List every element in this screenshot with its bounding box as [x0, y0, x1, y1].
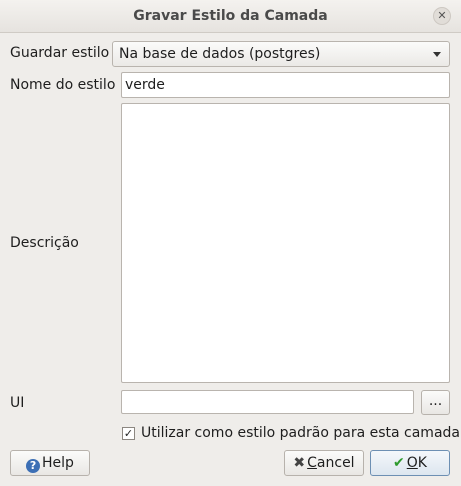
default-style-checkbox[interactable]: ✓ — [122, 427, 135, 440]
default-style-label: Utilizar como estilo padrão para esta ca… — [141, 425, 460, 441]
save-style-label: Guardar estilo — [10, 45, 110, 61]
title-bar: Gravar Estilo da Camada ✕ — [0, 0, 461, 33]
browse-button[interactable]: ... — [421, 390, 450, 415]
cancel-button[interactable]: ✖ Cancel — [284, 450, 364, 476]
style-name-input[interactable]: verde — [121, 72, 450, 98]
save-style-value: Na base de dados (postgres) — [119, 46, 321, 62]
ui-label: UI — [10, 395, 25, 411]
ok-button[interactable]: ✔ OK — [370, 450, 450, 476]
cancel-label-mnemonic: C — [307, 455, 317, 471]
help-icon: ? — [26, 459, 41, 473]
dialog-title: Gravar Estilo da Camada — [133, 8, 328, 24]
cancel-icon: ✖ — [293, 455, 306, 471]
close-icon[interactable]: ✕ — [433, 7, 451, 25]
ui-file-input[interactable] — [121, 390, 414, 414]
cancel-label: ancel — [316, 455, 355, 471]
description-textarea[interactable] — [121, 103, 450, 383]
save-style-dropdown[interactable]: Na base de dados (postgres) — [112, 41, 450, 67]
description-label: Descrição — [10, 235, 79, 251]
ok-label: K — [417, 455, 427, 471]
chevron-down-icon — [433, 52, 441, 57]
help-label: Help — [42, 455, 74, 471]
ok-checkmark-icon: ✔ — [393, 455, 405, 471]
ok-label-mnemonic: O — [406, 455, 418, 471]
style-name-label: Nome do estilo — [10, 77, 116, 93]
help-button[interactable]: ? Help — [10, 450, 90, 476]
